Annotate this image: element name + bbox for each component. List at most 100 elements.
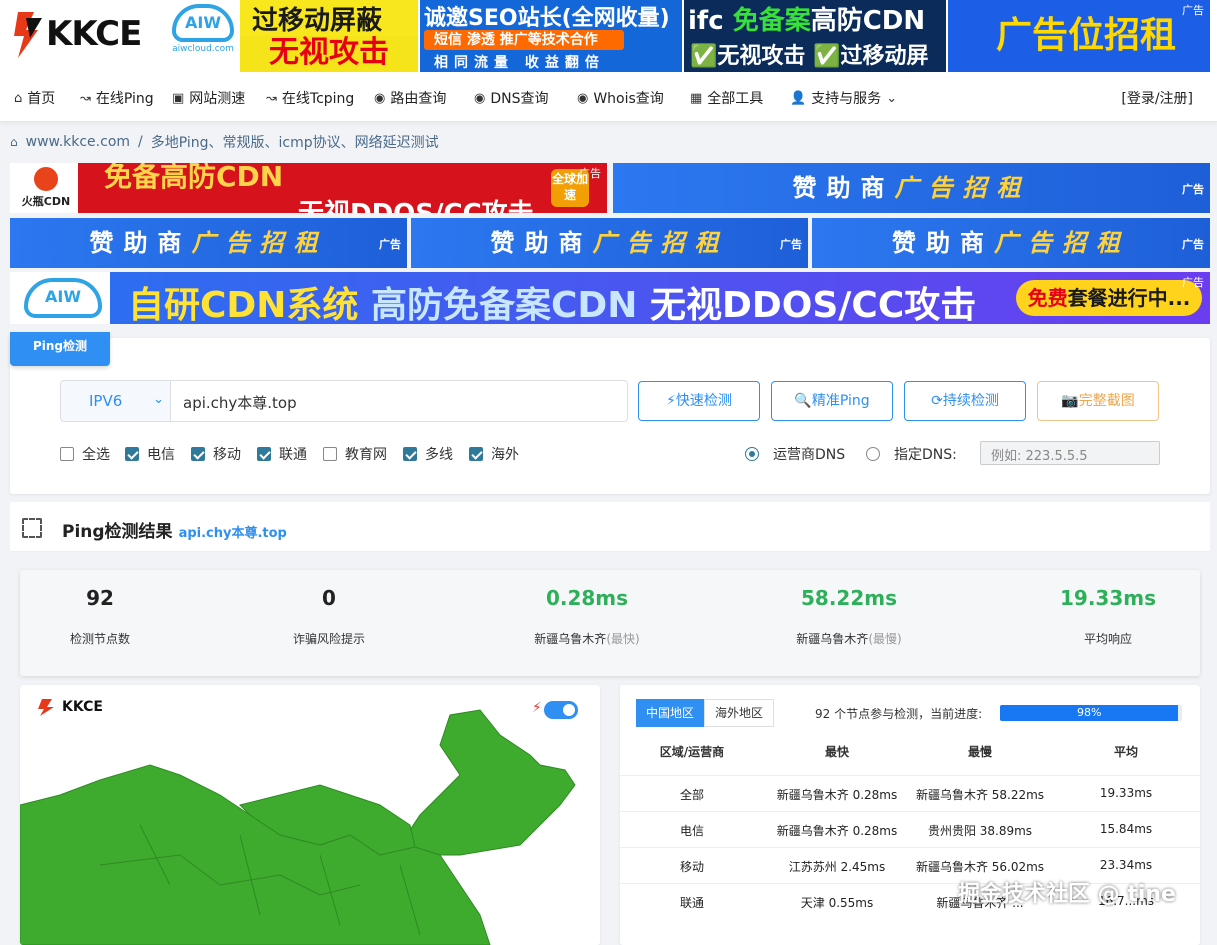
tab-china[interactable]: 中国地区 [636, 699, 704, 727]
isp-checkbox-mobile[interactable]: 移动 [191, 444, 241, 464]
ad-tag: 广告 [780, 238, 802, 251]
login-link[interactable]: [登录/注册] [1121, 88, 1193, 108]
nav-item-tools[interactable]: ▦ 全部工具 [690, 88, 763, 108]
aiw-pill-text: 套餐进行中... [1067, 286, 1191, 310]
map-region-northwest[interactable] [20, 764, 491, 945]
checkbox-label: 教育网 [345, 447, 387, 463]
site-logo[interactable]: KKCE [12, 6, 152, 62]
aiw-logo[interactable]: AIW aiwcloud.com [166, 4, 240, 64]
stat-slowest: 58.22ms 新疆乌鲁木齐(最慢) [749, 586, 949, 647]
checkbox-label: 多线 [425, 447, 453, 463]
aiw-ad-text: 自研CDN系统 高防免备案CDN 无视DDOS/CC攻击 [128, 276, 976, 324]
stat-value: 19.33ms [1059, 586, 1156, 610]
ad-tag: 广告 [1182, 238, 1204, 251]
radio-label: 运营商DNS [773, 447, 846, 463]
aiw-ad-part: 无视DDOS/CC攻击 [649, 285, 977, 324]
checkbox[interactable] [403, 447, 417, 461]
ad-sponsor-1[interactable]: 赞助商广告招租 广告 [613, 163, 1210, 213]
nav-label: Whois查询 [593, 91, 664, 107]
results-domain[interactable]: api.chy本尊.top [179, 522, 287, 541]
table-cell: 15.84ms [1099, 822, 1153, 836]
dns-radio-custom[interactable]: 指定DNS: [866, 444, 957, 464]
checkbox[interactable] [469, 447, 483, 461]
nav-label: 全部工具 [707, 91, 764, 107]
nav-item-whois[interactable]: ◉ Whois查询 [577, 88, 664, 108]
tab-overseas[interactable]: 海外地区 [704, 699, 774, 727]
main-nav: ⌂ 首页 ↝ 在线Ping ▣ 网站测速 ↝ 在线Tcping ◉ 路由查询 ◉ DNS查询… [0, 78, 1217, 122]
radio[interactable] [745, 447, 759, 461]
isp-checkbox-multiline[interactable]: 多线 [403, 444, 453, 464]
isp-checkbox-overseas[interactable]: 海外 [469, 444, 519, 464]
nav-item-home[interactable]: ⌂ 首页 [14, 88, 55, 108]
ad-sponsor-3[interactable]: 赞助商广告招租 广告 [411, 218, 808, 268]
ad-banner-3[interactable]: ifc 免备案高防CDN ✅无视攻击 ✅过移动屏蔽 [684, 0, 946, 72]
ad-banner-1[interactable]: 过移动屏蔽 无视攻击 [240, 0, 418, 72]
checkbox-label: 电信 [147, 447, 175, 463]
progress-bar: 98% [1000, 705, 1182, 721]
ad-banner-4[interactable]: 广告位招租 广告 [948, 0, 1210, 72]
checkbox-label: 联通 [279, 447, 307, 463]
checkbox[interactable] [323, 447, 337, 461]
stat-label-text: 检测节点数 [69, 632, 130, 646]
precise-ping-button[interactable]: 🔍精准Ping [771, 381, 893, 421]
whois-icon: ◉ [577, 90, 589, 106]
nav-item-ping[interactable]: ↝ 在线Ping [80, 88, 154, 108]
progress-fill: 98% [1000, 705, 1179, 721]
checkbox[interactable] [125, 447, 139, 461]
stat-label-text: 新疆乌鲁木齐 [796, 632, 869, 646]
fast-check-button[interactable]: ⚡快速检测 [638, 381, 760, 421]
custom-dns-input[interactable]: 例如: 223.5.5.5 [980, 441, 1160, 465]
ad-2-caption: 相同流量 收益翻倍 [434, 55, 605, 71]
china-map[interactable] [20, 685, 600, 945]
ip-version-select[interactable]: IPV6 ⌄ [60, 380, 170, 422]
sponsor-highlight: 广告招租 [592, 229, 729, 257]
nav-item-route[interactable]: ◉ 路由查询 [374, 88, 446, 108]
radio[interactable] [866, 447, 880, 461]
isp-checkbox-telecom[interactable]: 电信 [125, 444, 175, 464]
host-input[interactable]: api.chy本尊.top [170, 380, 628, 422]
nav-item-tcping[interactable]: ↝ 在线Tcping [266, 88, 354, 108]
dns-icon: ◉ [474, 90, 486, 106]
tab-ping[interactable]: Ping检测 [10, 332, 110, 366]
table-cell: 新疆乌鲁木齐 0.28ms [776, 824, 898, 838]
checkbox[interactable] [257, 447, 271, 461]
col-header-average: 平均 [1113, 745, 1138, 759]
progress-label: 个节点参与检测，当前进度: [834, 707, 983, 721]
full-screenshot-button[interactable]: 📷完整截图 [1037, 381, 1159, 421]
continuous-check-button[interactable]: ⟳持续检测 [904, 381, 1026, 421]
table-cell: 江苏苏州 2.45ms [788, 860, 886, 874]
isp-checkbox-unicom[interactable]: 联通 [257, 444, 307, 464]
progress-text: 92 个节点参与检测，当前进度: [815, 705, 982, 722]
breadcrumb-site[interactable]: www.kkce.com [26, 134, 130, 150]
table-row: 电信 新疆乌鲁木齐 0.28ms 贵州贵阳 38.89ms 15.84ms [620, 811, 1200, 847]
stat-label: 检测节点数 [0, 630, 200, 647]
sponsor-text: 赞助商 [490, 229, 593, 257]
nav-label: DNS查询 [490, 91, 549, 107]
stats-panel: 92 检测节点数 0 诈骗风险提示 0.28ms 新疆乌鲁木齐(最快) 58.22ms… [20, 570, 1200, 676]
dns-radio-isp[interactable]: 运营商DNS [745, 444, 845, 464]
stat-label-text: 诈骗风险提示 [292, 632, 365, 646]
map-region-northeast[interactable] [399, 709, 576, 856]
ad-fire-cdn[interactable]: 火瓶CDN 免备高防CDN 无视DDOS/CC攻击 全球加速 广告 [10, 163, 607, 213]
ad-sponsor-2[interactable]: 赞助商广告招租 广告 [10, 218, 407, 268]
nav-label: 网站测速 [189, 91, 246, 107]
isp-checkbox-edu[interactable]: 教育网 [323, 444, 387, 464]
checkbox[interactable] [60, 447, 74, 461]
scan-icon [22, 518, 42, 538]
logo-text: KKCE [46, 14, 142, 54]
nav-item-speedtest[interactable]: ▣ 网站测速 [172, 88, 245, 108]
stat-label: 平均响应 [1008, 630, 1208, 647]
ad-aiw-cdn[interactable]: AIW 自研CDN系统 高防免备案CDN 无视DDOS/CC攻击 免费套餐进行中… [10, 272, 1210, 324]
breadcrumb-separator: / [138, 134, 143, 150]
isp-checkbox-all[interactable]: 全选 [60, 444, 110, 464]
nav-item-dns[interactable]: ◉ DNS查询 [474, 88, 548, 108]
nav-label: 在线Tcping [281, 91, 355, 107]
node-count: 92 [815, 707, 831, 721]
grid-icon: ▦ [690, 90, 703, 106]
aiw-ad-pill: 免费套餐进行中... [1016, 280, 1202, 316]
nav-item-support[interactable]: 👤 支持与服务 ⌄ [790, 88, 897, 108]
checkbox[interactable] [191, 447, 205, 461]
ad-sponsor-4[interactable]: 赞助商广告招租 广告 [812, 218, 1210, 268]
ad-banner-2[interactable]: 诚邀SEO站长(全网收量) 短信 渗透 推广等技术合作 相同流量 收益翻倍 [420, 0, 682, 72]
tcping-icon: ↝ [266, 90, 277, 106]
